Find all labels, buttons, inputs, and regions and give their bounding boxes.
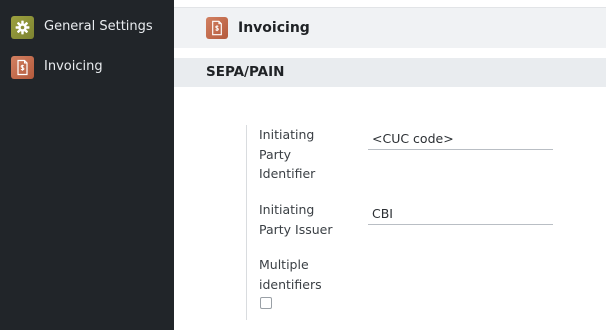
label-line: Party Issuer <box>259 221 333 237</box>
gear-icon <box>11 16 34 39</box>
label-line: Initiating <box>259 127 315 142</box>
invoice-icon <box>11 56 34 79</box>
multiple-identifiers-label: Multiple identifiers <box>259 255 322 294</box>
initiating-party-identifier-input[interactable]: <CUC code> <box>368 128 553 150</box>
top-strip <box>174 0 606 7</box>
form-divider <box>246 125 247 320</box>
settings-window: General Settings Invoicing Invoicing SEP… <box>0 0 606 330</box>
settings-sidebar: General Settings Invoicing <box>0 0 174 330</box>
section-header-sepa-pain: SEPA/PAIN <box>174 58 606 87</box>
label-line: Identifier <box>259 166 316 181</box>
input-value: CBI <box>372 206 393 221</box>
settings-main: Invoicing SEPA/PAIN Initiating Party Ide… <box>174 0 606 330</box>
label-line: Party <box>259 146 292 162</box>
input-value: <CUC code> <box>372 131 454 146</box>
label-line: Multiple <box>259 257 309 272</box>
page-title: Invoicing <box>238 20 310 36</box>
initiating-party-identifier-label: Initiating Party Identifier <box>259 125 315 184</box>
multiple-identifiers-checkbox[interactable] <box>260 297 272 309</box>
sidebar-item-invoicing[interactable]: Invoicing <box>0 48 174 88</box>
sidebar-item-general-settings[interactable]: General Settings <box>0 8 174 48</box>
sidebar-item-label: General Settings <box>44 19 153 34</box>
section-title: SEPA/PAIN <box>206 64 285 80</box>
app-header-invoicing: Invoicing <box>174 7 606 48</box>
label-line: Initiating <box>259 202 315 217</box>
sidebar-item-label: Invoicing <box>44 59 103 74</box>
label-line: identifiers <box>259 276 322 292</box>
initiating-party-issuer-label: Initiating Party Issuer <box>259 200 333 239</box>
initiating-party-issuer-input[interactable]: CBI <box>368 203 553 225</box>
invoice-icon <box>206 17 228 39</box>
